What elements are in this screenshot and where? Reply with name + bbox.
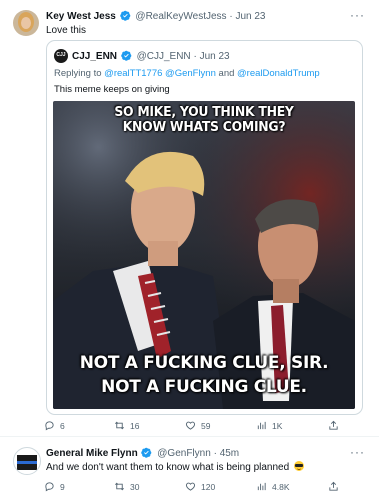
retweet-button[interactable]: 30 — [114, 481, 139, 492]
quoted-avatar[interactable]: CJJ — [54, 49, 68, 63]
author-name[interactable]: Key West Jess — [46, 11, 116, 22]
flag-stripe — [17, 467, 37, 470]
heart-icon — [185, 482, 196, 491]
tweet-actions: 6 16 59 1K — [44, 420, 364, 436]
timestamp[interactable]: Jun 23 — [235, 11, 265, 22]
quoted-timestamp[interactable]: Jun 23 — [200, 51, 230, 62]
separator-dot: · — [229, 11, 233, 22]
mention-link[interactable]: @GenFlynn — [165, 68, 216, 79]
meme-bottom-line: NOT A FUCKING CLUE, SIR. — [79, 353, 329, 373]
share-icon — [329, 420, 338, 430]
reply-count: 9 — [60, 481, 65, 492]
share-button[interactable] — [328, 481, 339, 492]
meme-top-line: SO MIKE, YOU THINK THEY — [114, 104, 294, 120]
tweet-header: General Mike Flynn @GenFlynn · 45m — [46, 447, 239, 460]
mention-link[interactable]: @realTT1776 — [104, 68, 162, 79]
meme-image[interactable]: SO MIKE, YOU THINK THEY KNOW WHATS COMIN… — [53, 101, 355, 409]
author-name[interactable]: General Mike Flynn — [46, 448, 138, 459]
separator-dot: · — [193, 51, 197, 62]
views-button[interactable]: 1K — [256, 420, 282, 431]
reply-count: 6 — [60, 420, 65, 431]
meme-bottom-line: NOT A FUCKING CLUE. — [101, 377, 307, 397]
reply-icon — [45, 421, 54, 431]
retweet-count: 16 — [130, 420, 140, 431]
smiling-face-with-sunglasses-icon — [293, 461, 304, 471]
meme-bottom-caption: NOT A FUCKING CLUE, SIR. NOT A FUCKING C… — [53, 351, 355, 399]
like-count: 120 — [201, 481, 216, 492]
views-chart-icon — [257, 482, 266, 491]
retweet-button[interactable]: 16 — [114, 420, 139, 431]
verified-badge-icon — [119, 10, 130, 21]
retweet-count: 30 — [130, 481, 140, 492]
quoted-header: CJJ_ENN @CJJ_ENN · Jun 23 — [72, 50, 230, 63]
reply-button[interactable]: 6 — [44, 420, 65, 431]
like-button[interactable]: 120 — [185, 481, 215, 492]
verified-badge-icon — [121, 50, 132, 61]
replying-to-and: and — [218, 68, 235, 79]
tweet-text-row: And we don't want them to know what is b… — [46, 461, 304, 474]
quoted-author-handle[interactable]: @CJJ_ENN — [137, 51, 191, 62]
author-handle[interactable]: @GenFlynn — [157, 448, 211, 459]
tweet-actions: 9 30 120 4.8K — [44, 481, 364, 497]
like-button[interactable]: 59 — [185, 420, 210, 431]
reply-icon — [45, 482, 54, 492]
reply-button[interactable]: 9 — [44, 481, 65, 492]
replying-to-label: Replying to — [54, 68, 102, 79]
separator-dot: · — [213, 448, 217, 459]
tweet-text: And we don't want them to know what is b… — [46, 462, 290, 473]
share-icon — [329, 481, 338, 491]
share-button[interactable] — [328, 420, 339, 431]
view-count: 4.8K — [272, 481, 290, 492]
quoted-avatar-text: CJJ — [56, 52, 66, 58]
quoted-tweet-text: This meme keeps on giving — [54, 84, 170, 95]
meme-top-caption: SO MIKE, YOU THINK THEY KNOW WHATS COMIN… — [65, 105, 343, 135]
tweet[interactable]: General Mike Flynn @GenFlynn · 45m ··· A… — [0, 437, 379, 500]
quoted-tweet[interactable]: CJJ CJJ_ENN @CJJ_ENN · Jun 23 Replying t… — [46, 40, 363, 415]
heart-icon — [185, 421, 196, 430]
retweet-icon — [115, 482, 124, 491]
views-chart-icon — [257, 421, 266, 430]
avatar[interactable] — [13, 447, 41, 475]
view-count: 1K — [272, 420, 283, 431]
mention-link[interactable]: @realDonaldTrump — [237, 68, 320, 79]
avatar[interactable] — [13, 10, 39, 36]
quoted-author-name[interactable]: CJJ_ENN — [72, 51, 117, 62]
meme-top-line: KNOW WHATS COMING? — [122, 119, 286, 135]
more-options-icon[interactable]: ··· — [350, 445, 365, 459]
tweet-text: Love this — [46, 25, 87, 36]
verified-badge-icon — [141, 447, 152, 458]
more-options-icon[interactable]: ··· — [350, 8, 365, 22]
like-count: 59 — [201, 420, 211, 431]
retweet-icon — [115, 421, 124, 430]
replying-to: Replying to @realTT1776 @GenFlynn and @r… — [54, 68, 320, 79]
timestamp[interactable]: 45m — [220, 448, 239, 459]
tweet[interactable]: Key West Jess @RealKeyWestJess · Jun 23 … — [0, 0, 379, 437]
tweet-header: Key West Jess @RealKeyWestJess · Jun 23 — [46, 10, 265, 23]
views-button[interactable]: 4.8K — [256, 481, 290, 492]
author-handle[interactable]: @RealKeyWestJess — [135, 11, 226, 22]
